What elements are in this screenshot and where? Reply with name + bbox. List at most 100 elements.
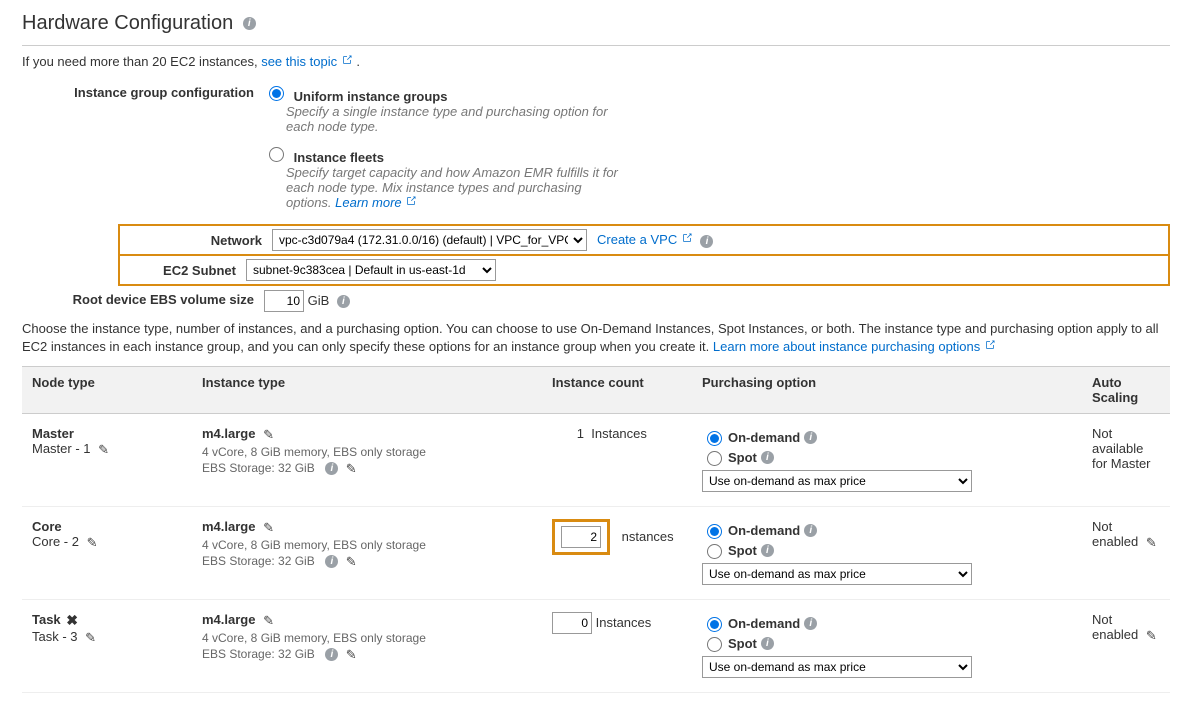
node-sub: Master - 1 ✎ bbox=[32, 441, 182, 458]
info-icon[interactable]: i bbox=[325, 648, 338, 661]
spot-radio[interactable] bbox=[707, 451, 722, 466]
fleets-radio[interactable] bbox=[269, 147, 284, 162]
purchasing-option-cell: On-demand i Spot i Use on-demand as max pr… bbox=[692, 418, 1082, 500]
uniform-radio[interactable] bbox=[269, 86, 284, 101]
ondemand-radio[interactable] bbox=[707, 431, 722, 446]
external-link-icon bbox=[405, 195, 417, 207]
page-title-text: Hardware Configuration bbox=[22, 12, 233, 34]
info-icon[interactable]: i bbox=[325, 555, 338, 568]
intro-text: If you need more than 20 EC2 instances, … bbox=[22, 54, 1170, 69]
info-icon[interactable]: i bbox=[337, 295, 350, 308]
ondemand-radio[interactable] bbox=[707, 524, 722, 539]
spot-radio[interactable] bbox=[707, 544, 722, 559]
ondemand-option[interactable]: On-demand i bbox=[702, 428, 1072, 446]
ondemand-radio[interactable] bbox=[707, 617, 722, 632]
info-icon[interactable]: i bbox=[243, 17, 256, 30]
spot-option[interactable]: Spot i bbox=[702, 448, 1072, 466]
instance-name: m4.large bbox=[202, 612, 255, 627]
uniform-desc: Specify a single instance type and purch… bbox=[286, 104, 626, 134]
info-icon[interactable]: i bbox=[325, 462, 338, 475]
instance-count-value: 1 bbox=[552, 426, 584, 441]
create-vpc-text: Create a VPC bbox=[597, 232, 677, 247]
autoscale-text: Not enabled bbox=[1092, 612, 1138, 642]
info-icon[interactable]: i bbox=[761, 637, 774, 650]
ondemand-option[interactable]: On-demand i bbox=[702, 614, 1072, 632]
info-icon[interactable]: i bbox=[804, 617, 817, 630]
instance-ebs: EBS Storage: 32 GiB i ✎ bbox=[202, 461, 532, 477]
info-icon[interactable]: i bbox=[761, 544, 774, 557]
uniform-groups-option[interactable]: Uniform instance groups Specify a single… bbox=[264, 83, 1170, 134]
count-unit: Instances bbox=[591, 426, 647, 441]
spot-option[interactable]: Spot i bbox=[702, 541, 1072, 559]
fleets-title: Instance fleets bbox=[294, 150, 384, 165]
page-title: Hardware Configuration i bbox=[22, 12, 1170, 35]
spot-price-select[interactable]: Use on-demand as max price bbox=[702, 470, 972, 492]
purchasing-option-cell: On-demand i Spot i Use on-demand as max pr… bbox=[692, 511, 1082, 593]
pencil-icon[interactable]: ✎ bbox=[346, 461, 357, 476]
node-name: Master bbox=[32, 426, 74, 441]
create-vpc-link[interactable]: Create a VPC bbox=[597, 232, 696, 247]
instance-table: Node type Instance type Instance count P… bbox=[22, 366, 1170, 693]
pencil-icon[interactable]: ✎ bbox=[98, 442, 109, 457]
autoscale-cell: Not enabled ✎ bbox=[1082, 511, 1170, 593]
info-icon[interactable]: i bbox=[700, 235, 713, 248]
intro-link-text: see this topic bbox=[261, 54, 337, 69]
node-sub: Core - 2 ✎ bbox=[32, 534, 182, 551]
instance-name: m4.large bbox=[202, 519, 255, 534]
pencil-icon[interactable]: ✎ bbox=[85, 630, 96, 645]
node-name: Core bbox=[32, 519, 62, 534]
info-icon[interactable]: i bbox=[761, 451, 774, 464]
instance-ebs: EBS Storage: 32 GiB i ✎ bbox=[202, 647, 532, 663]
subnet-select[interactable]: subnet-9c383cea | Default in us-east-1d bbox=[246, 259, 496, 281]
highlight-count bbox=[552, 519, 610, 555]
spot-option[interactable]: Spot i bbox=[702, 634, 1072, 652]
instance-count-input[interactable] bbox=[561, 526, 601, 548]
instance-count-cell: nstances bbox=[542, 511, 692, 593]
pencil-icon[interactable]: ✎ bbox=[1146, 628, 1157, 643]
network-label: Network bbox=[126, 233, 272, 248]
node-type-cell: Task ✖Task - 3 ✎ bbox=[22, 604, 192, 686]
header-count: Instance count bbox=[542, 367, 692, 413]
count-unit: nstances bbox=[622, 529, 674, 544]
divider bbox=[22, 45, 1170, 46]
root-ebs-label: Root device EBS volume size bbox=[22, 290, 264, 307]
external-link-icon bbox=[681, 232, 693, 244]
pencil-icon[interactable]: ✎ bbox=[263, 427, 274, 442]
instance-count-input[interactable] bbox=[552, 612, 592, 634]
root-ebs-row: Root device EBS volume size GiB i bbox=[22, 290, 1170, 312]
spot-price-select[interactable]: Use on-demand as max price bbox=[702, 563, 972, 585]
fleets-learn-text: Learn more bbox=[335, 195, 401, 210]
pencil-icon[interactable]: ✎ bbox=[263, 520, 274, 535]
pencil-icon[interactable]: ✎ bbox=[346, 647, 357, 662]
spot-radio[interactable] bbox=[707, 637, 722, 652]
instance-count-cell: Instances bbox=[542, 604, 692, 686]
fleets-learn-more[interactable]: Learn more bbox=[335, 195, 417, 210]
root-ebs-input[interactable] bbox=[264, 290, 304, 312]
autoscale-text: Not enabled bbox=[1092, 519, 1138, 549]
fleets-option[interactable]: Instance fleets Specify target capacity … bbox=[264, 144, 1170, 210]
instance-group-config-row: Instance group configuration Uniform ins… bbox=[22, 83, 1170, 220]
pencil-icon[interactable]: ✎ bbox=[1146, 535, 1157, 550]
instance-type-cell: m4.large ✎4 vCore, 8 GiB memory, EBS onl… bbox=[192, 418, 542, 500]
external-link-icon bbox=[984, 339, 996, 351]
purchasing-option-cell: On-demand i Spot i Use on-demand as max pr… bbox=[692, 604, 1082, 686]
fleets-desc: Specify target capacity and how Amazon E… bbox=[286, 165, 626, 210]
pencil-icon[interactable]: ✎ bbox=[263, 613, 274, 628]
remove-icon[interactable]: ✖ bbox=[66, 612, 78, 628]
purchasing-options-link[interactable]: Learn more about instance purchasing opt… bbox=[713, 339, 996, 354]
ondemand-option[interactable]: On-demand i bbox=[702, 521, 1072, 539]
spot-label: Spot bbox=[728, 543, 757, 558]
group-config-label: Instance group configuration bbox=[22, 83, 264, 100]
header-nodetype: Node type bbox=[22, 367, 192, 413]
spot-price-select[interactable]: Use on-demand as max price bbox=[702, 656, 972, 678]
network-select[interactable]: vpc-c3d079a4 (172.31.0.0/16) (default) |… bbox=[272, 229, 587, 251]
node-name: Task bbox=[32, 612, 61, 627]
table-row: Core Core - 2 ✎m4.large ✎4 vCore, 8 GiB … bbox=[22, 507, 1170, 600]
pencil-icon[interactable]: ✎ bbox=[87, 535, 98, 550]
intro-link[interactable]: see this topic bbox=[261, 54, 356, 69]
table-header: Node type Instance type Instance count P… bbox=[22, 367, 1170, 414]
header-autoscale: Auto Scaling bbox=[1082, 367, 1170, 413]
info-icon[interactable]: i bbox=[804, 524, 817, 537]
pencil-icon[interactable]: ✎ bbox=[346, 554, 357, 569]
info-icon[interactable]: i bbox=[804, 431, 817, 444]
